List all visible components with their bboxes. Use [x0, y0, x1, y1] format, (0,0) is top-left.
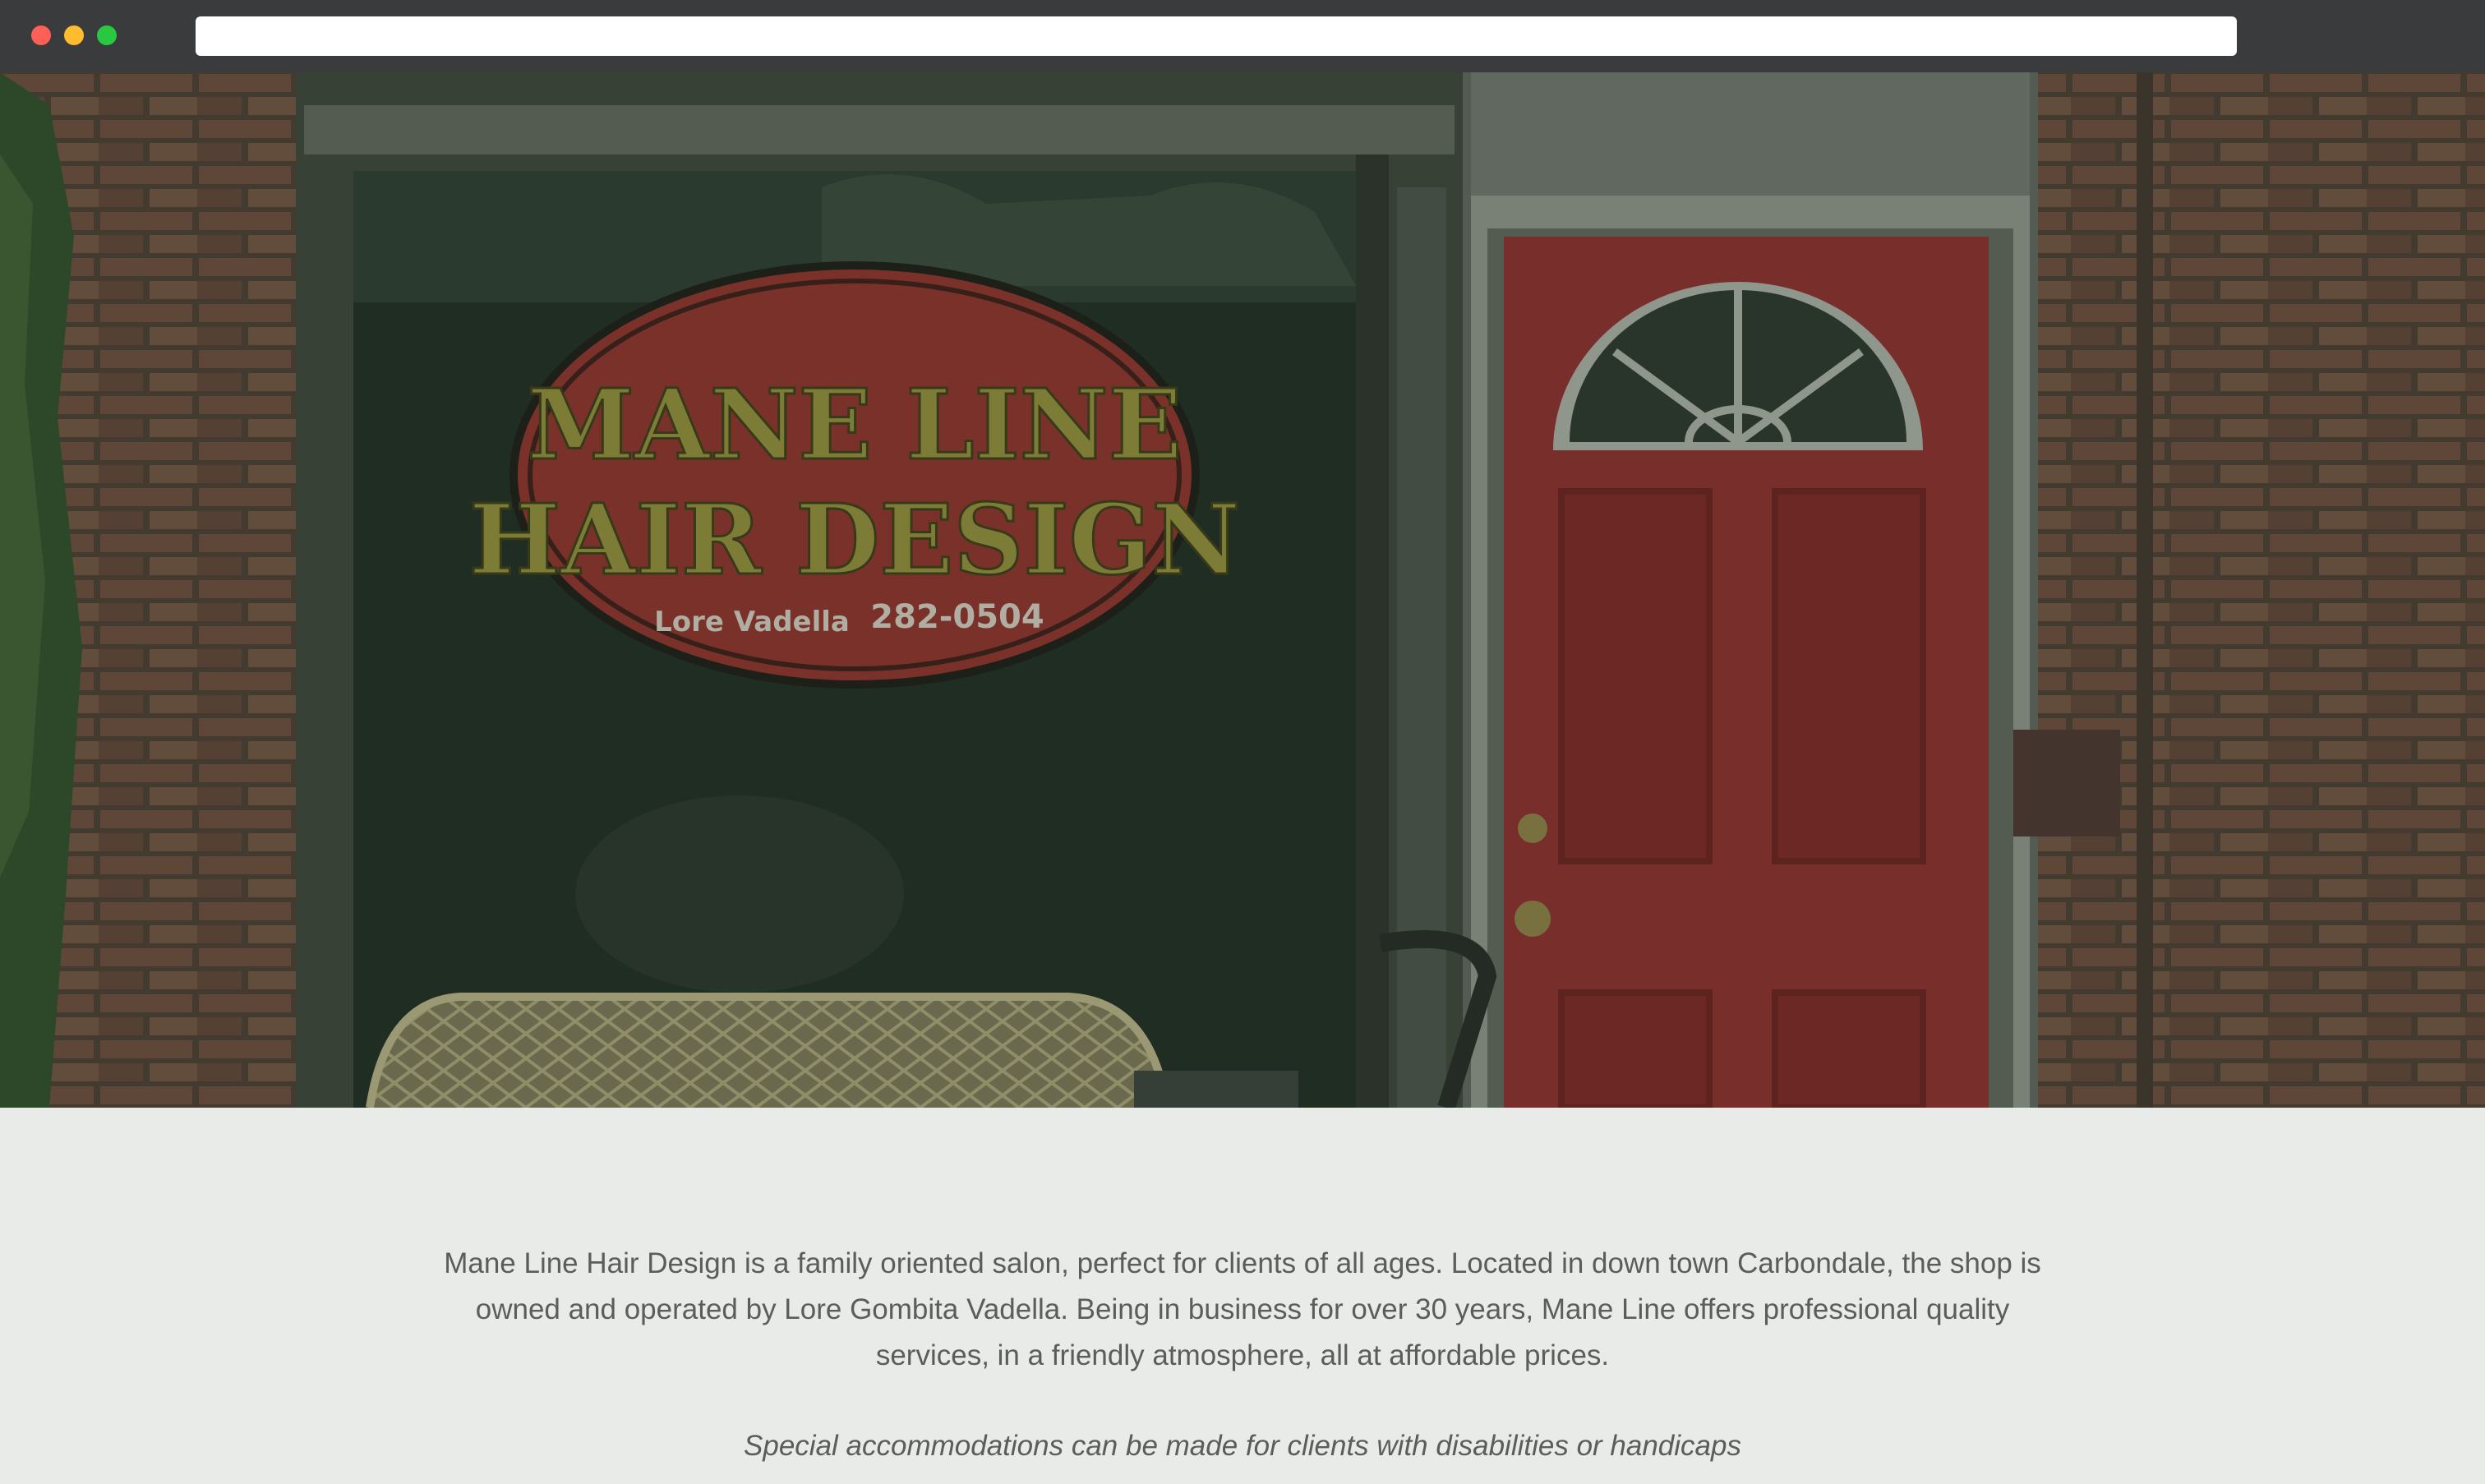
sign-name: Lore Vadella — [654, 606, 850, 638]
sign-line2: HAIR DESIGN — [469, 482, 1241, 597]
close-window-button[interactable] — [31, 25, 51, 45]
accommodations-note: Special accommodations can be made for c… — [744, 1430, 1741, 1462]
minimize-window-button[interactable] — [64, 25, 84, 45]
sign-phone: 282-0504 — [870, 598, 1044, 636]
maximize-window-button[interactable] — [97, 25, 117, 45]
browser-chrome — [0, 0, 2485, 72]
hero-image: MANE LINE HAIR DESIGN Lore Vadella 282-0… — [0, 72, 2485, 1108]
address-bar[interactable] — [196, 16, 2237, 56]
about-description: Mane Line Hair Design is a family orient… — [444, 1247, 2041, 1371]
about-section: Mane Line Hair Design is a family orient… — [0, 1108, 2485, 1484]
storefront-photo: MANE LINE HAIR DESIGN Lore Vadella 282-0… — [0, 72, 2485, 1108]
sign-line1: MANE LINE — [527, 367, 1182, 482]
